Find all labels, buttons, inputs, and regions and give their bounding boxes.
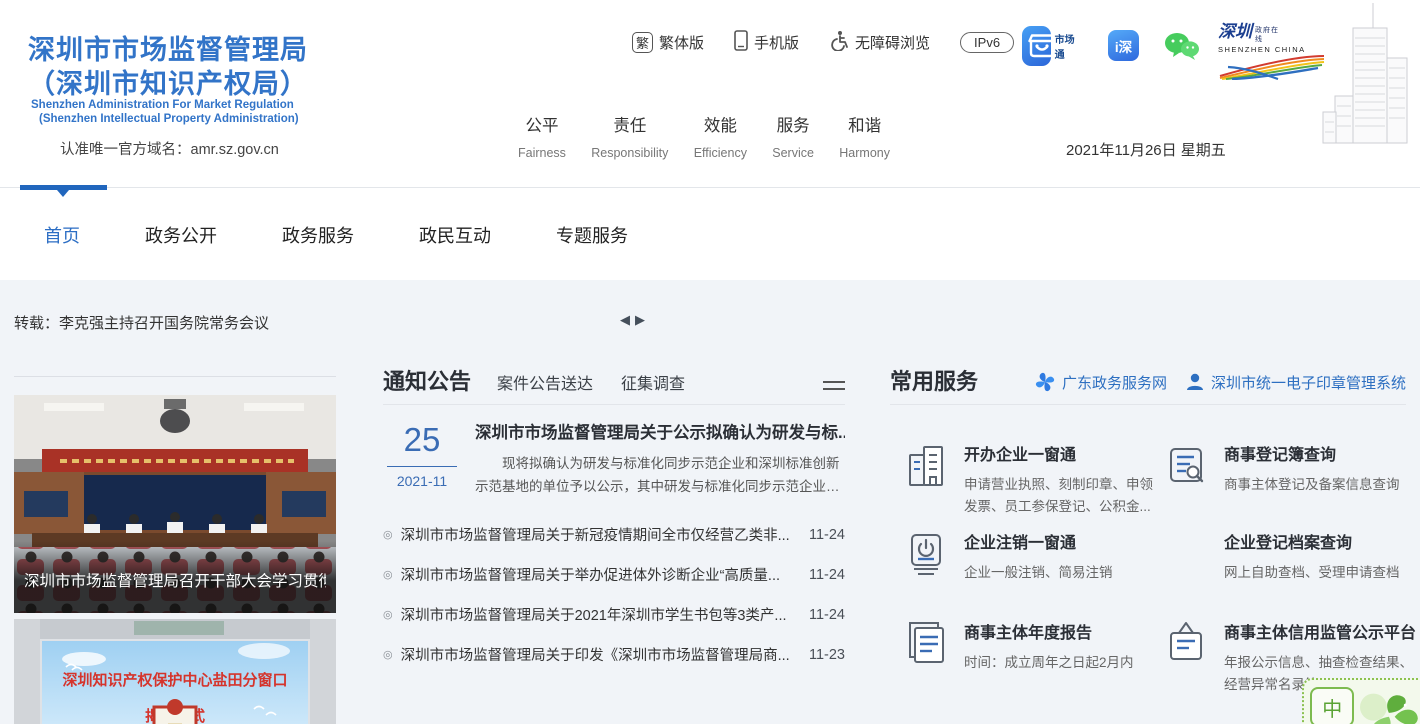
guangdong-gov-service-link[interactable]: 广东政务服务网 bbox=[1034, 371, 1167, 393]
eseal-system-link[interactable]: 深圳市统一电子印章管理系统 bbox=[1185, 371, 1406, 393]
tab-gov-disclosure[interactable]: 政务公开 bbox=[145, 222, 217, 248]
traditional-chinese-icon: 繁 bbox=[632, 32, 653, 53]
power-device-icon bbox=[906, 531, 948, 577]
person-icon bbox=[1185, 372, 1205, 392]
market-app-link[interactable]: 市场通 bbox=[1022, 26, 1076, 66]
document-search-icon bbox=[1166, 443, 1208, 489]
main-nav: 首页 政务公开 政务服务 政民互动 专题服务 bbox=[0, 187, 1420, 280]
services-grid: 开办企业一窗通 申请营业执照、刻制印章、申领发票、员工参保登记、公积金... bbox=[890, 405, 1406, 705]
value-harmony: 和谐 Harmony bbox=[839, 112, 890, 160]
szgov-suffix-text: 政府在线 bbox=[1255, 26, 1281, 44]
photo-carousel: 深圳市市场监督管理局召开干部大会学习贯彻党的十... bbox=[14, 376, 336, 724]
ceremony-banner-line1: 深圳知识产权保护中心盐田分窗口 bbox=[62, 671, 287, 689]
featured-date-block: 25 2021-11 bbox=[383, 419, 461, 499]
core-values: 公平 Fairness 责任 Responsibility 效能 Efficie… bbox=[518, 112, 890, 160]
mobile-phone-icon bbox=[734, 30, 748, 55]
ticker-headline[interactable]: 转载：李克强主持召开国务院常务会议 bbox=[14, 312, 269, 333]
value-responsibility: 责任 Responsibility bbox=[591, 112, 668, 160]
utility-bar: 繁 繁体版 手机版 无障碍浏览 IPv6 bbox=[632, 30, 1014, 55]
tab-home[interactable]: 首页 bbox=[44, 222, 80, 248]
service-deregistration[interactable]: 企业注销一窗通 企业一般注销、简易注销 bbox=[906, 529, 1156, 584]
notices-section: 通知公告 案件公告送达 征集调查 25 2021-11 深圳市市场监督管理局关于… bbox=[383, 366, 845, 675]
pinwheel-flower-icon bbox=[1034, 371, 1056, 393]
site-title-cn2: （深圳市知识产权局） bbox=[28, 62, 308, 101]
shenzhen-gov-logo[interactable]: 深圳 政府在线 SHENZHEN CHINA bbox=[1218, 24, 1328, 85]
carousel-caption[interactable]: 深圳市市场监督管理局召开干部大会学习贯彻党的十... bbox=[24, 569, 326, 591]
traditional-chinese-label: 繁体版 bbox=[659, 32, 704, 53]
featured-day: 25 bbox=[383, 421, 461, 459]
ceremony-photo-graphic: 深圳知识产权保护中心盐田分窗口 揭牌仪式 bbox=[14, 619, 336, 724]
bullet-icon: ◎ bbox=[383, 608, 393, 621]
wechat-icon[interactable] bbox=[1164, 32, 1200, 67]
bullet-icon: ◎ bbox=[383, 528, 393, 541]
accessibility-label: 无障碍浏览 bbox=[855, 32, 930, 53]
tab-special-services[interactable]: 专题服务 bbox=[556, 222, 628, 248]
ticker-prev-icon[interactable]: ◀ bbox=[620, 311, 630, 329]
notice-row[interactable]: ◎ 深圳市市场监督管理局关于举办促进体外诊断企业“高质量... 11-24 bbox=[383, 555, 845, 595]
carousel-caption-overlay: 深圳市市场监督管理局召开干部大会学习贯彻党的十... bbox=[14, 541, 336, 613]
building-sketch-image bbox=[1315, 0, 1420, 155]
value-service: 服务 Service bbox=[772, 112, 814, 160]
ticker-next-icon[interactable]: ▶ bbox=[635, 311, 645, 329]
mobile-version-link[interactable]: 手机版 bbox=[734, 30, 799, 55]
nav-tabs: 首页 政务公开 政务服务 政民互动 专题服务 bbox=[44, 188, 628, 281]
carousel-slide-ceremony[interactable]: 深圳知识产权保护中心盐田分窗口 揭牌仪式 bbox=[14, 619, 336, 724]
ipv6-badge[interactable]: IPv6 bbox=[960, 32, 1014, 53]
clover-leaves-graphic bbox=[1360, 687, 1420, 724]
featured-notice-title[interactable]: 深圳市市场监督管理局关于公示拟确认为研发与标... bbox=[475, 419, 845, 443]
mobile-version-label: 手机版 bbox=[754, 32, 799, 53]
featured-month: 2021-11 bbox=[383, 473, 461, 489]
empty-icon-placeholder bbox=[1166, 531, 1208, 577]
value-efficiency: 效能 Efficiency bbox=[694, 112, 747, 160]
bullet-icon: ◎ bbox=[383, 568, 393, 581]
tab-public-interaction[interactable]: 政民互动 bbox=[419, 222, 491, 248]
service-registry-query[interactable]: 商事登记簿查询 商事主体登记及备案信息查询 bbox=[1166, 441, 1416, 496]
notice-row[interactable]: ◎ 深圳市市场监督管理局关于印发《深圳市市场监督管理局商... 11-23 bbox=[383, 635, 845, 675]
widget-zhong-label: 中 bbox=[1310, 687, 1354, 724]
market-app-label: 市场通 bbox=[1055, 31, 1076, 61]
service-annual-report[interactable]: 商事主体年度报告 时间：成立周年之日起2月内 bbox=[906, 619, 1156, 674]
traditional-chinese-link[interactable]: 繁 繁体版 bbox=[632, 32, 704, 53]
tab-gov-services[interactable]: 政务服务 bbox=[282, 222, 354, 248]
current-date: 2021年11月26日 星期五 bbox=[1066, 139, 1226, 160]
value-fairness: 公平 Fairness bbox=[518, 112, 566, 160]
notices-tab-survey[interactable]: 征集调查 bbox=[621, 370, 685, 394]
site-title-en2: (Shenzhen Intellectual Property Administ… bbox=[39, 113, 299, 125]
services-title: 常用服务 bbox=[890, 364, 978, 396]
notice-row[interactable]: ◎ 深圳市市场监督管理局关于新冠疫情期间全市仅经营乙类非... 11-24 bbox=[383, 515, 845, 555]
bullet-icon: ◎ bbox=[383, 648, 393, 661]
content-area: 转载：李克强主持召开国务院常务会议 ◀ ▶ bbox=[0, 280, 1420, 724]
hanging-board-icon bbox=[1166, 621, 1208, 667]
accessibility-link[interactable]: 无障碍浏览 bbox=[829, 30, 930, 55]
notices-title[interactable]: 通知公告 bbox=[383, 364, 471, 396]
ticker-controls: ◀ ▶ bbox=[620, 311, 645, 329]
notices-more-icon[interactable] bbox=[823, 376, 845, 396]
szgov-ribbon-graphic bbox=[1218, 54, 1326, 80]
ishenzhen-app-icon[interactable]: i深 bbox=[1108, 30, 1139, 61]
featured-notice[interactable]: 25 2021-11 深圳市市场监督管理局关于公示拟确认为研发与标... 现将拟… bbox=[383, 419, 845, 499]
notice-list: ◎ 深圳市市场监督管理局关于新冠疫情期间全市仅经营乙类非... 11-24 ◎ … bbox=[383, 515, 845, 675]
szgov-en-text: SHENZHEN CHINA bbox=[1218, 45, 1328, 54]
site-title-en: Shenzhen Administration For Market Regul… bbox=[31, 99, 294, 111]
featured-date-rule bbox=[387, 466, 457, 467]
notices-divider bbox=[383, 404, 845, 405]
stacked-report-icon bbox=[906, 621, 948, 667]
page: 深圳市市场监督管理局 （深圳市知识产权局） Shenzhen Administr… bbox=[0, 0, 1420, 724]
featured-notice-summary: 现将拟确认为研发与标准化同步示范企业和深圳标准创新示范基地的单位予以公示，其中研… bbox=[475, 453, 845, 499]
official-domain-note: 认准唯一官方域名：amr.sz.gov.cn bbox=[60, 138, 279, 159]
service-archive-query[interactable]: 企业登记档案查询 网上自助查档、受理申请查档 bbox=[1166, 529, 1416, 584]
notice-row[interactable]: ◎ 深圳市市场监督管理局关于2021年深圳市学生书包等3类产... 11-24 bbox=[383, 595, 845, 635]
carousel-slide-meeting[interactable]: 深圳市市场监督管理局召开干部大会学习贯彻党的十... bbox=[14, 395, 336, 613]
services-section: 常用服务 广东政务服务网 bbox=[890, 366, 1406, 705]
market-app-icon bbox=[1022, 26, 1051, 66]
szgov-script-text: 深圳 bbox=[1218, 24, 1252, 41]
floating-green-widget[interactable]: 中 bbox=[1302, 678, 1420, 724]
service-open-business[interactable]: 开办企业一窗通 申请营业执照、刻制印章、申领发票、员工参保登记、公积金... bbox=[906, 441, 1156, 517]
accessibility-icon bbox=[829, 30, 849, 55]
site-header: 深圳市市场监督管理局 （深圳市知识产权局） Shenzhen Administr… bbox=[0, 0, 1420, 187]
building-icon bbox=[906, 443, 948, 489]
notices-tab-case-delivery[interactable]: 案件公告送达 bbox=[497, 370, 593, 394]
